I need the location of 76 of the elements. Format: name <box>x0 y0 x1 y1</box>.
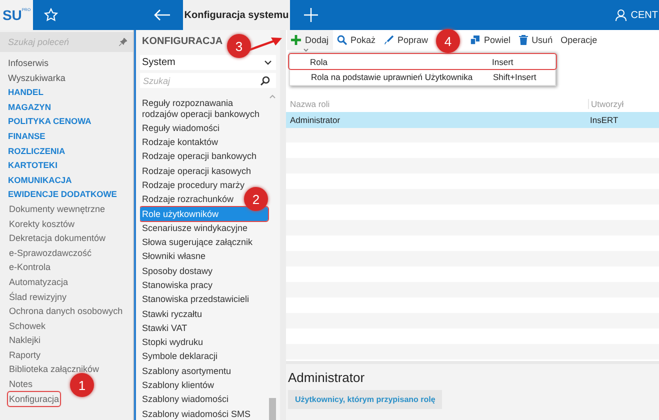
plus-icon[interactable] <box>304 8 318 22</box>
copy-icon <box>470 35 480 45</box>
chevron-icon <box>264 60 272 65</box>
plus-icon <box>291 35 301 45</box>
list-item[interactable]: Słowa sugerujące załącznik <box>140 236 255 250</box>
back-arrow-icon[interactable] <box>153 9 171 21</box>
search-field[interactable]: Szukaj <box>140 73 276 88</box>
list-item[interactable]: Rodzaje procedury marży <box>140 178 247 193</box>
list-item[interactable]: Scenariusze windykacyjne <box>140 221 250 236</box>
sidebar-item[interactable]: Automatyzacja <box>8 274 70 290</box>
panel-title: KONFIGURACJA <box>142 36 223 48</box>
user-icon[interactable] <box>614 8 627 22</box>
sidebar-item[interactable]: KOMUNIKACJA <box>0 172 72 188</box>
sidebar-item[interactable]: POLITYKA CENOWA <box>0 114 92 129</box>
sidebar-item[interactable]: Korekty kosztów <box>8 216 76 232</box>
sidebar-item[interactable]: Schowek <box>8 318 47 334</box>
menu-item[interactable]: Rola Insert <box>289 54 556 69</box>
record-title: Administrator <box>288 370 366 385</box>
list-item[interactable]: Szablony asortymentu <box>140 364 234 378</box>
sidebar-item[interactable]: e-Kontrola <box>8 260 52 275</box>
sidebar-item[interactable]: Notes <box>8 377 34 392</box>
toolbar-button[interactable]: Dodaj <box>287 30 333 50</box>
list-item[interactable]: Symbole deklaracji <box>140 350 220 364</box>
list-item[interactable]: Szablony klientów <box>140 378 216 393</box>
window-tab[interactable]: Konfiguracja systemu <box>183 0 290 30</box>
brush-icon <box>384 35 394 45</box>
toolbar-button[interactable]: Popraw <box>380 30 432 50</box>
sidebar-item[interactable]: FINANSE <box>0 128 46 144</box>
pin-icon[interactable] <box>119 38 127 46</box>
search-field[interactable]: Szukaj poleceń <box>0 32 133 52</box>
list-item[interactable]: Stanowiska przedstawicieli <box>140 292 252 307</box>
logo: SU <box>2 7 22 23</box>
sidebar-item[interactable]: MAGAZYN <box>0 100 51 114</box>
sidebar-item[interactable]: HANDEL <box>0 85 44 100</box>
category-dropdown[interactable]: System <box>140 55 276 70</box>
toolbar-button[interactable]: Operacje <box>556 30 602 50</box>
list-item[interactable]: Reguły rozpoznawania rodzajów operacji bankowych <box>140 96 262 122</box>
list-item[interactable]: Słowniki własne <box>140 250 208 264</box>
sidebar-item[interactable]: Ochrona danych osobowych <box>8 304 124 319</box>
sidebar-item[interactable]: e-Sprawozdawczość <box>8 246 93 260</box>
sidebar-item[interactable]: Dokumenty wewnętrzne <box>8 202 106 217</box>
list-item[interactable]: Stawki VAT <box>140 321 190 336</box>
sidebar-item[interactable]: KARTOTEKI <box>0 158 58 173</box>
search-icon <box>260 76 270 86</box>
list-item[interactable]: Rodzaje kontaktów <box>140 136 220 150</box>
scrollbar-thumb[interactable] <box>268 398 276 420</box>
sidebar-item[interactable]: Dekretacja dokumentów <box>8 231 107 246</box>
toolbar-button[interactable]: Powiel <box>466 30 515 50</box>
list-item[interactable]: Sposoby dostawy <box>140 264 215 278</box>
sidebar-item[interactable]: EWIDENCJE DODATKOWE <box>0 187 117 202</box>
sidebar-item[interactable]: ROZLICZENIA <box>0 144 66 158</box>
menu-item[interactable]: Rola na podstawie uprawnień Użytkownika Shift+Insert <box>290 69 555 84</box>
search-icon <box>336 35 347 45</box>
sidebar-item[interactable]: Wyszukiwarka <box>0 70 66 86</box>
list-item[interactable]: Reguły wiadomości <box>140 121 222 136</box>
list-item[interactable]: Szablony wiadomości SMS <box>140 406 253 420</box>
sidebar-item[interactable]: Raporty <box>8 348 42 362</box>
list-item[interactable]: Rodzaje rozrachunków <box>140 192 236 207</box>
sidebar-item[interactable]: Naklejki <box>8 333 42 348</box>
toolbar-button[interactable]: Pokaż <box>332 30 380 50</box>
list-item[interactable]: Szablony wiadomości <box>140 392 231 407</box>
list-item[interactable]: Role użytkowników <box>140 206 268 222</box>
toolbar-button[interactable]: Usuń <box>514 30 557 50</box>
sidebar-item[interactable]: Ślad rewizyjny <box>8 290 68 304</box>
user-name[interactable]: CENT <box>630 10 658 20</box>
list-item[interactable]: Stopki wydruku <box>140 336 206 350</box>
list-item[interactable]: Stanowiska pracy <box>140 278 215 293</box>
trash-icon <box>518 35 528 45</box>
caret-icon <box>303 48 309 52</box>
table-row[interactable]: Administrator InsERT <box>286 112 659 128</box>
sidebar-item[interactable]: Infoserwis <box>0 56 49 71</box>
sidebar-item[interactable]: Konfiguracja <box>8 392 60 406</box>
list-item[interactable]: Rodzaje operacji bankowych <box>140 150 259 164</box>
list-item[interactable]: Rodzaje operacji kasowych <box>140 164 254 178</box>
list-item[interactable]: Stawki ryczałtu <box>140 306 204 322</box>
star-icon[interactable] <box>44 8 58 22</box>
